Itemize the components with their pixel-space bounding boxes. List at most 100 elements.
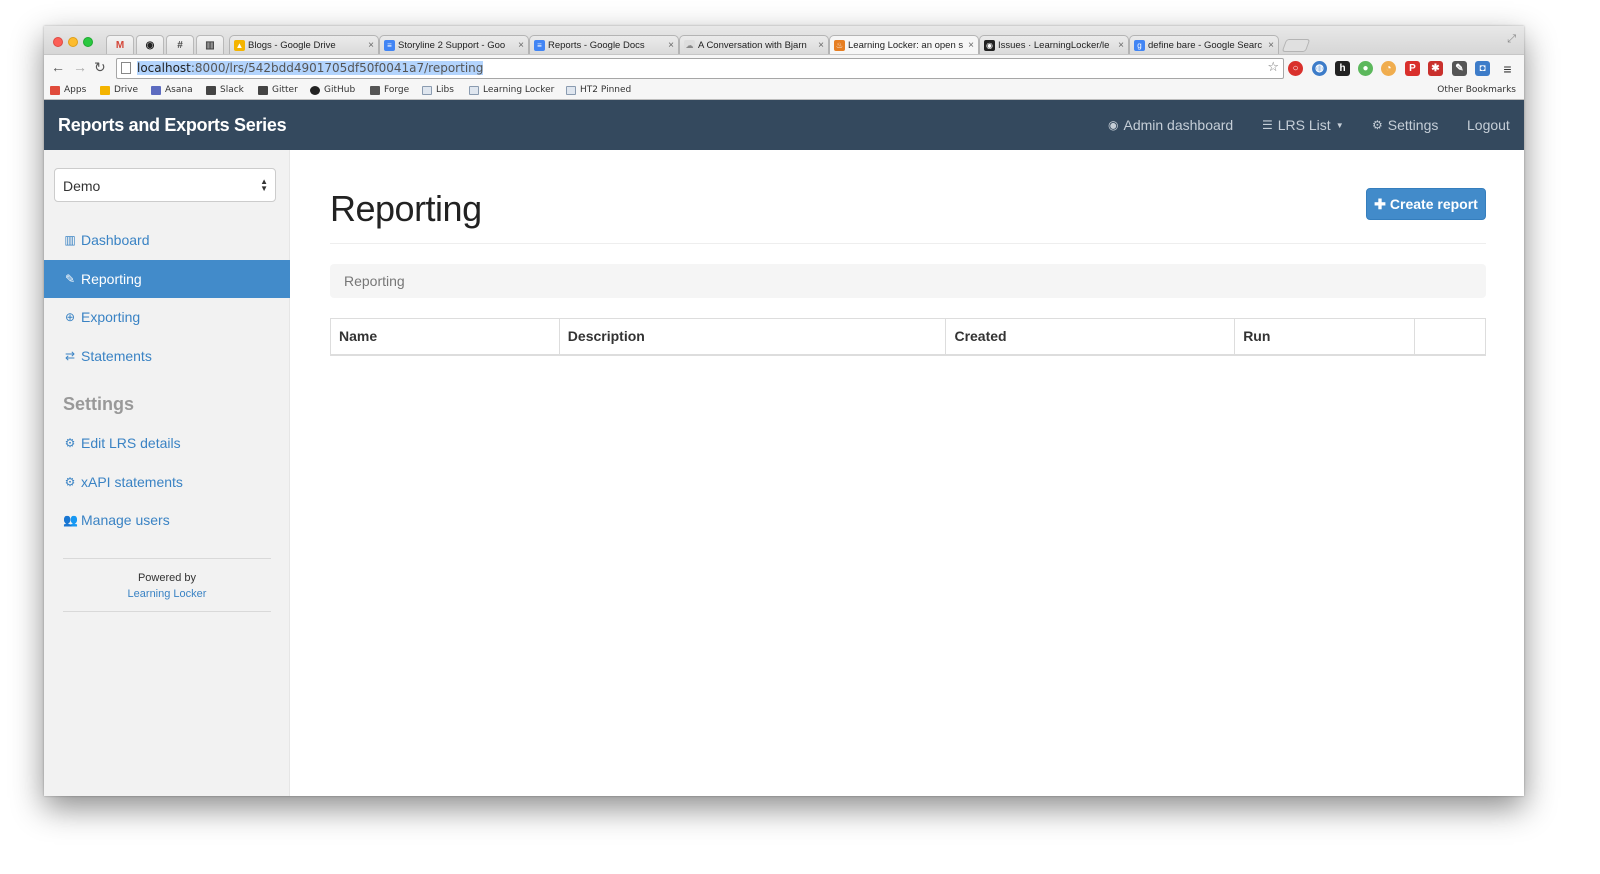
browser-tab[interactable]: ≡ Reports - Google Docs × — [529, 35, 679, 54]
bookmark-slack[interactable]: Slack — [206, 85, 244, 95]
bookmark-folder-ht2-pinned[interactable]: HT2 Pinned — [566, 85, 631, 95]
minimize-window-button[interactable] — [68, 37, 78, 47]
pdf-extension-icon[interactable]: P — [1405, 61, 1420, 76]
close-tab-icon[interactable]: × — [1264, 40, 1274, 51]
bookmark-github[interactable]: GitHub — [310, 85, 355, 95]
bookmark-folder-libs[interactable]: Libs — [422, 85, 454, 95]
close-tab-icon[interactable]: × — [964, 40, 974, 51]
docs-icon: ≡ — [384, 39, 395, 51]
sidebar-item-xapi-statements[interactable]: ⚙ xAPI statements — [44, 463, 290, 501]
sidebar-item-label: Dashboard — [81, 232, 150, 248]
bookmarks-bar: Apps Drive Asana Slack Gitter GitHub For… — [44, 82, 1524, 100]
sidebar-item-manage-users[interactable]: 👥 Manage users — [44, 501, 290, 539]
sidebar-item-edit-lrs[interactable]: ⚙ Edit LRS details — [44, 424, 290, 462]
eyedropper-icon[interactable]: ✎ — [1452, 61, 1467, 76]
create-report-button[interactable]: ✚ Create report — [1366, 188, 1486, 220]
tab-title: A Conversation with Bjarn — [698, 39, 807, 51]
menu-icon[interactable]: ≡ — [1500, 61, 1515, 77]
plus-icon: ✚ — [1374, 195, 1386, 212]
browser-tab-active[interactable]: ♨ Learning Locker: an open s × — [829, 35, 979, 54]
pinned-tab-slack[interactable]: # — [166, 35, 194, 54]
gitter-icon — [258, 85, 268, 95]
settings-link[interactable]: ⚙ Settings — [1372, 117, 1438, 133]
settings-label: Settings — [1387, 117, 1439, 133]
pinned-tab-github[interactable]: ◉ — [136, 35, 164, 54]
gears-icon: ⚙ — [64, 475, 76, 489]
browser-window: M ◉ # ▥ ▲ Blogs - Google Drive × ≡ Storylin… — [44, 26, 1524, 796]
users-icon: 👥 — [63, 513, 78, 527]
bookmark-asana[interactable]: Asana — [151, 85, 193, 95]
bookmark-label: Asana — [165, 85, 193, 95]
dashboard-icon: ◉ — [1108, 118, 1119, 132]
page-icon — [121, 62, 131, 74]
bookmark-label: GitHub — [324, 85, 356, 95]
lrs-list-dropdown[interactable]: ☰ LRS List ▼ — [1262, 117, 1344, 133]
logout-link[interactable]: Logout — [1467, 117, 1510, 133]
drive-icon — [100, 85, 110, 95]
admin-dashboard-link[interactable]: ◉ Admin dashboard — [1108, 117, 1233, 133]
bookmark-drive[interactable]: Drive — [100, 85, 138, 95]
circle-arrow-icon: ⊕ — [64, 310, 76, 324]
page-icon: ☁ — [684, 39, 695, 51]
cookie-icon[interactable]: ◔ — [1381, 61, 1396, 76]
bookmark-label: Libs — [436, 85, 454, 95]
asana-icon — [151, 85, 161, 95]
tab-title: Issues · LearningLocker/le — [998, 39, 1110, 51]
browser-toolbar: ← → ↻ localhost:8000/lrs/542bdd4901705df… — [44, 54, 1524, 82]
forge-icon — [370, 85, 380, 95]
sidebar-item-label: Exporting — [81, 309, 141, 325]
forward-icon[interactable]: → — [73, 59, 87, 75]
browser-tab[interactable]: g define bare - Google Searc × — [1129, 35, 1279, 54]
apps-icon — [50, 85, 60, 95]
create-report-label: Create report — [1389, 196, 1478, 212]
browser-tab[interactable]: ≡ Storyline 2 Support - Goo × — [379, 35, 529, 54]
sidebar-item-dashboard[interactable]: ▥ Dashboard — [44, 221, 290, 259]
zoom-window-button[interactable] — [83, 37, 93, 47]
bookmark-folder-learning-locker[interactable]: Learning Locker — [469, 85, 554, 95]
bookmark-forge[interactable]: Forge — [370, 85, 409, 95]
tab-title: Blogs - Google Drive — [248, 39, 336, 51]
h-extension-icon[interactable]: h — [1335, 61, 1350, 76]
bookmark-label: Forge — [384, 85, 410, 95]
close-tab-icon[interactable]: × — [1114, 40, 1124, 51]
close-tab-icon[interactable]: × — [514, 40, 524, 51]
pinned-tab-gmail[interactable]: M — [106, 35, 134, 54]
browser-tab[interactable]: ◉ Issues · LearningLocker/le × — [979, 35, 1129, 54]
bookmark-apps[interactable]: Apps — [50, 85, 86, 95]
folder-icon — [566, 85, 576, 95]
pencil-icon: ✎ — [64, 272, 76, 286]
reports-table: Name Description Created Run — [330, 318, 1486, 356]
other-bookmarks[interactable]: Other Bookmarks — [1423, 85, 1516, 95]
lrs-select[interactable]: Demo ▲ ▼ — [54, 168, 276, 202]
reload-icon[interactable]: ↻ — [94, 59, 106, 76]
screenshot-extension-icon[interactable]: ◘ — [1475, 61, 1490, 76]
address-bar[interactable]: localhost:8000/lrs/542bdd4901705df50f004… — [116, 58, 1284, 79]
browser-tab[interactable]: ▲ Blogs - Google Drive × — [229, 35, 379, 54]
bookmark-label: HT2 Pinned — [580, 85, 632, 95]
bookmark-gitter[interactable]: Gitter — [258, 85, 298, 95]
sidebar-item-reporting[interactable]: ✎ Reporting — [44, 260, 290, 298]
sidebar-item-exporting[interactable]: ⊕ Exporting — [44, 298, 290, 336]
sidebar-item-statements[interactable]: ⇄ Statements — [44, 337, 290, 375]
bookmark-star-icon[interactable]: ☆ — [1267, 60, 1279, 75]
learning-locker-link[interactable]: Learning Locker — [63, 586, 271, 602]
new-tab-button[interactable] — [1281, 39, 1311, 52]
fullscreen-icon[interactable]: ⤢ — [1507, 33, 1516, 46]
page-title: Reporting — [330, 188, 482, 229]
bookmark-label: Gitter — [272, 85, 298, 95]
pinned-tab-gitter[interactable]: ▥ — [196, 35, 224, 54]
tab-title: Reports - Google Docs — [548, 39, 645, 51]
evernote-icon[interactable]: ● — [1358, 61, 1373, 76]
back-icon[interactable]: ← — [51, 59, 65, 75]
close-tab-icon[interactable]: × — [814, 40, 824, 51]
close-tab-icon[interactable]: × — [664, 40, 674, 51]
column-header-actions — [1414, 318, 1486, 356]
browser-tab[interactable]: ☁ A Conversation with Bjarn × — [679, 35, 829, 54]
close-tab-icon[interactable]: × — [364, 40, 374, 51]
bookmark-label: Slack — [220, 85, 244, 95]
close-window-button[interactable] — [53, 37, 63, 47]
adblock-icon[interactable]: ○ — [1288, 61, 1303, 76]
lastpass-icon[interactable]: ✱ — [1428, 61, 1443, 76]
globe-icon[interactable]: ◍ — [1312, 61, 1327, 76]
brand-link[interactable]: Reports and Exports Series — [58, 115, 287, 136]
